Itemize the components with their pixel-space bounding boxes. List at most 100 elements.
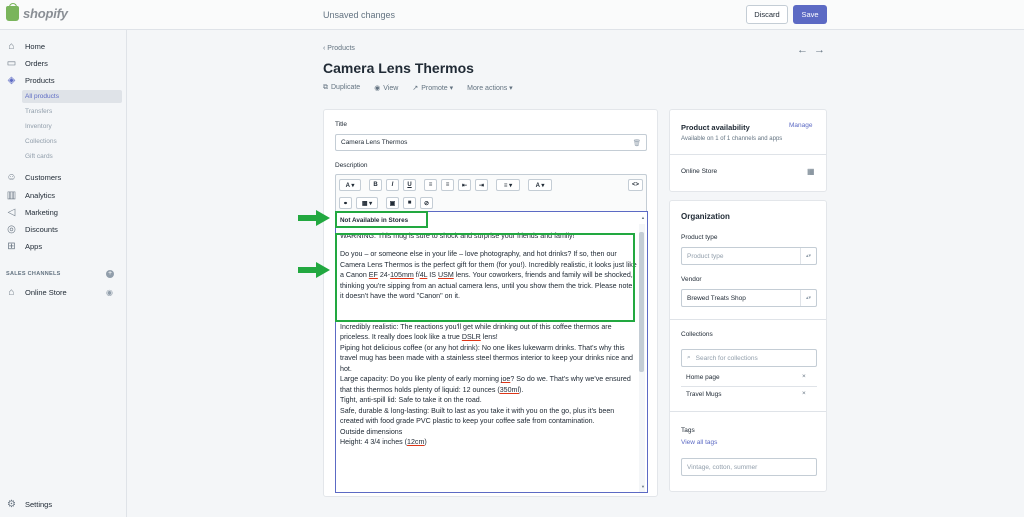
sidebar-item-apps[interactable]: ⊞ Apps — [0, 239, 127, 253]
indent-button[interactable]: ⇥ — [475, 179, 488, 191]
scroll-down-icon[interactable]: ▼ — [641, 484, 645, 489]
tags-input[interactable]: Vintage, cotton, summer — [681, 458, 817, 476]
italic-button[interactable]: I — [386, 179, 399, 191]
align-dropdown[interactable]: ≡ ▾ — [496, 179, 520, 191]
save-button[interactable]: Save — [793, 5, 827, 24]
sidebar-item-label: Marketing — [25, 207, 58, 217]
chart-icon: ▥ — [6, 189, 17, 201]
store-icon: ⌂ — [8, 286, 15, 298]
tag-icon: ◈ — [7, 74, 16, 86]
vendor-value: Brewed Treats Shop — [687, 294, 746, 302]
link-button[interactable]: ⚭ — [339, 197, 352, 209]
clear-format-button[interactable]: ⊘ — [420, 197, 433, 209]
tags-label: Tags — [681, 427, 695, 434]
sidebar-item-marketing[interactable]: ◁ Marketing — [0, 205, 127, 219]
arrow-right-icon — [298, 210, 330, 226]
availability-card: Product availability Manage Available on… — [669, 109, 827, 192]
add-channel-icon[interactable]: + — [106, 270, 114, 278]
prev-arrow-icon[interactable]: ← — [797, 44, 814, 56]
underline-button[interactable]: U — [403, 179, 416, 191]
numbered-list-button[interactable]: ≡ — [441, 179, 454, 191]
sidebar-item-discounts[interactable]: ◎ Discounts — [0, 222, 127, 236]
sidebar-item-label: Orders — [25, 58, 48, 68]
subnav-gift-cards[interactable]: Gift cards — [22, 150, 122, 163]
sidebar: ⌂ Home ▭ Orders ◈ Products All products … — [0, 30, 127, 517]
table-dropdown[interactable]: ▦ ▾ — [356, 197, 378, 209]
search-icon: ⌕ — [687, 354, 691, 361]
title-value: Camera Lens Thermos — [341, 139, 408, 146]
subnav-inventory[interactable]: Inventory — [22, 120, 122, 133]
discount-icon: ◎ — [7, 223, 16, 235]
subnav-transfers[interactable]: Transfers — [22, 105, 122, 118]
bullet-list-button[interactable]: ≡ — [424, 179, 437, 191]
remove-collection-icon[interactable]: × — [802, 390, 806, 397]
outside-paragraph: Outside dimensions — [340, 427, 403, 436]
code-view-button[interactable]: <> — [628, 179, 643, 191]
highlight-box-description — [335, 233, 635, 322]
divider — [670, 154, 826, 155]
sidebar-item-orders[interactable]: ▭ Orders — [0, 56, 127, 70]
font-dropdown[interactable]: A ▾ — [339, 179, 361, 191]
manage-link[interactable]: Manage — [789, 122, 813, 129]
collections-placeholder: Search for collections — [695, 354, 758, 362]
remove-collection-icon[interactable]: × — [802, 373, 806, 380]
product-type-label: Product type — [681, 234, 718, 241]
sidebar-item-label: Discounts — [25, 224, 58, 234]
sidebar-item-products[interactable]: ◈ Products — [0, 73, 127, 87]
eye-icon: ◉ — [374, 85, 381, 92]
more-actions[interactable]: More actions ▾ — [467, 84, 513, 92]
view-store-icon[interactable]: ◉ — [106, 288, 113, 297]
sidebar-item-settings[interactable]: ⚙ Settings — [0, 497, 127, 511]
subnav-all-products[interactable]: All products — [22, 90, 122, 103]
availability-subtext: Available on 1 of 1 channels and apps — [681, 136, 783, 142]
tight-paragraph: Tight, anti-spill lid: Safe to take it o… — [340, 396, 482, 404]
sidebar-item-home[interactable]: ⌂ Home — [0, 39, 127, 53]
subnav-collections[interactable]: Collections — [22, 135, 122, 148]
view-action[interactable]: ◉ View — [374, 84, 398, 92]
product-type-placeholder: Product type — [687, 252, 724, 260]
bold-button[interactable]: B — [369, 179, 382, 191]
editor-scrollbar-thumb[interactable] — [639, 232, 644, 372]
megaphone-icon: ◁ — [7, 206, 16, 218]
image-button[interactable]: ▣ — [386, 197, 399, 209]
divider — [670, 319, 826, 320]
realistic-text-b: lens! — [480, 333, 498, 341]
orders-icon: ▭ — [6, 57, 17, 69]
sidebar-item-label: Customers — [25, 172, 62, 182]
view-all-tags-link[interactable]: View all tags — [681, 439, 717, 446]
sidebar-item-label: Settings — [25, 499, 53, 509]
product-type-select[interactable]: Product type ▴▾ — [681, 247, 817, 265]
view-label: View — [383, 85, 399, 92]
channel-name: Online Store — [681, 168, 718, 175]
height-paragraph: Height: 4 3/4 inches (12cm) — [340, 437, 638, 448]
trash-icon[interactable]: 🗑 — [633, 139, 641, 147]
video-button[interactable]: ■ — [403, 197, 416, 209]
sidebar-item-label: Apps — [25, 241, 43, 251]
duplicate-action[interactable]: ⧉ Duplicate — [323, 84, 360, 92]
home-icon: ⌂ — [8, 40, 15, 52]
vendor-select[interactable]: Brewed Treats Shop ▴▾ — [681, 289, 817, 307]
title-label: Title — [335, 121, 348, 128]
shopify-logo[interactable]: shopify — [6, 3, 68, 21]
collection-item: Travel Mugs — [686, 391, 722, 398]
promote-action[interactable]: ↗ Promote ▾ — [412, 84, 453, 92]
collection-item: Home page — [686, 374, 720, 381]
text-color-dropdown[interactable]: A ▾ — [528, 179, 552, 191]
title-input[interactable]: Camera Lens Thermos 🗑 — [335, 134, 647, 151]
outdent-button[interactable]: ⇤ — [458, 179, 471, 191]
discard-button[interactable]: Discard — [746, 5, 788, 24]
collections-search-input[interactable]: ⌕ Search for collections — [681, 349, 817, 367]
scroll-up-icon[interactable]: ▲ — [641, 215, 645, 220]
sidebar-item-analytics[interactable]: ▥ Analytics — [0, 188, 127, 202]
shopify-bag-icon — [6, 3, 19, 21]
next-arrow-icon[interactable]: → — [814, 44, 831, 56]
sidebar-item-label: Analytics — [25, 190, 56, 200]
availability-heading: Product availability — [681, 123, 750, 132]
calendar-icon[interactable]: ▦ — [807, 167, 815, 176]
piping-paragraph: Piping hot delicious coffee (or any hot … — [340, 343, 633, 373]
height-text-a: Height: 4 3/4 inches ( — [340, 438, 408, 446]
tags-placeholder: Vintage, cotton, summer — [687, 463, 758, 471]
sidebar-item-customers[interactable]: ☺ Customers — [0, 170, 127, 184]
capacity-paragraph: Large capacity: Do you like plenty of ea… — [340, 374, 638, 395]
breadcrumb[interactable]: ‹ Products — [323, 45, 355, 52]
